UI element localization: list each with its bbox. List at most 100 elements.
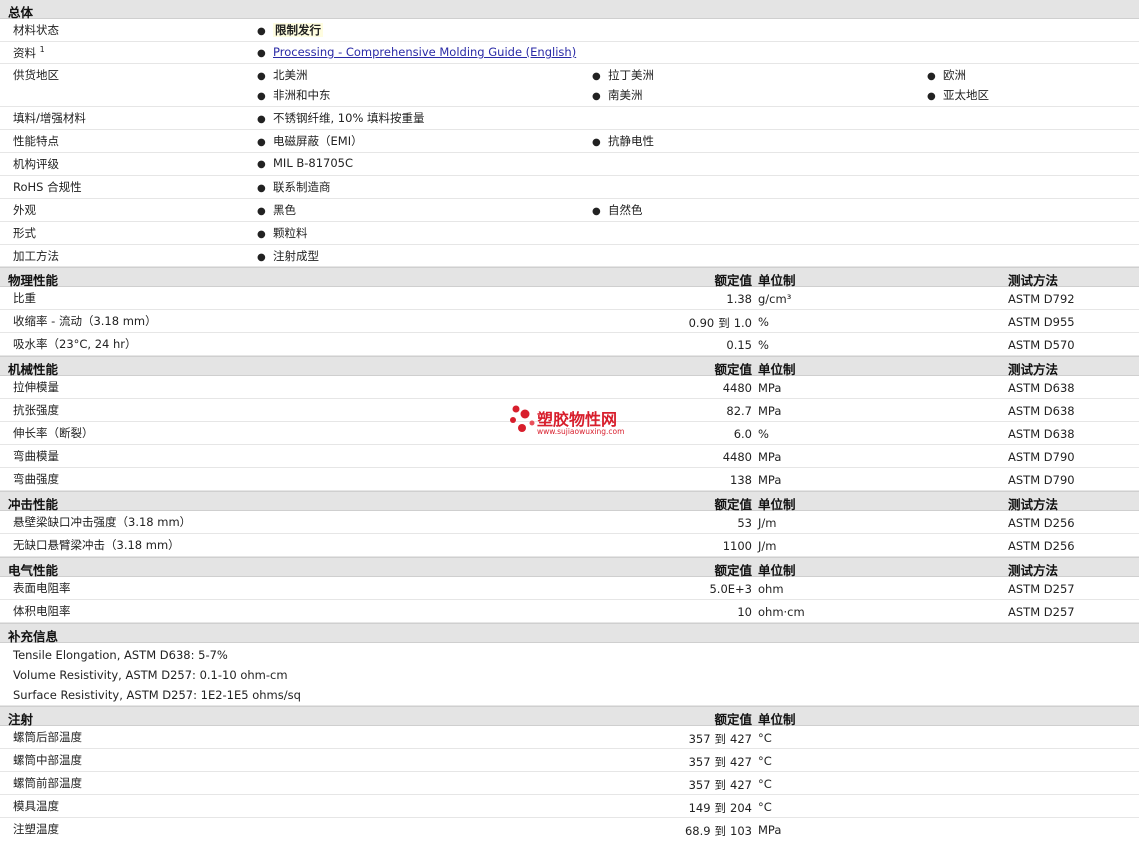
unit: MPa bbox=[758, 823, 782, 837]
unit: ohm bbox=[758, 582, 784, 596]
row-label: 弯曲模量 bbox=[13, 449, 59, 463]
table-row: 拉伸模量 4480 MPa ASTM D638 bbox=[0, 376, 1139, 399]
nominal-value: 68.9 到 103 bbox=[684, 824, 752, 838]
bullet-icon: ● bbox=[592, 206, 601, 217]
list-item: ● 注射成型 bbox=[257, 249, 319, 263]
row-label: 机构评级 bbox=[13, 157, 59, 171]
list-item: ● 颗粒料 bbox=[257, 226, 308, 240]
note-text: Tensile Elongation, ASTM D638: 5-7% bbox=[13, 648, 228, 662]
nominal-value: 5.0E+3 bbox=[709, 582, 752, 596]
row-label: 形式 bbox=[13, 226, 36, 240]
bullet-icon: ● bbox=[257, 26, 266, 37]
section-supplement-header: 补充信息 bbox=[0, 623, 1139, 644]
unit: °C bbox=[758, 777, 772, 791]
row-label: 收缩率 - 流动（3.18 mm） bbox=[13, 314, 157, 328]
section-impact-header: 冲击性能 额定值 单位制 测试方法 bbox=[0, 491, 1139, 512]
test-method: ASTM D638 bbox=[1008, 404, 1075, 418]
row-label: 性能特点 bbox=[13, 134, 59, 148]
list-item: ● 联系制造商 bbox=[257, 180, 331, 194]
table-row: 弯曲强度 138 MPa ASTM D790 bbox=[0, 468, 1139, 491]
section-electrical-header: 电气性能 额定值 单位制 测试方法 bbox=[0, 557, 1139, 578]
bullet-icon: ● bbox=[257, 206, 266, 217]
test-method: ASTM D638 bbox=[1008, 427, 1075, 441]
table-row: 模具温度 149 到 204 °C bbox=[0, 795, 1139, 818]
row-regions: 供货地区 ● 北美洲 ● 拉丁美洲 ● 欧洲 ● 非洲和中东 ● 南美洲 ● 亚太地区 bbox=[0, 64, 1139, 107]
unit: J/m bbox=[758, 539, 777, 553]
nominal-value: 4480 bbox=[722, 381, 752, 395]
list-item: ● 不锈钢纤维, 10% 填料按重量 bbox=[257, 111, 425, 125]
list-item: ● 拉丁美洲 bbox=[592, 68, 654, 82]
table-row: 螺筒后部温度 357 到 427 °C bbox=[0, 726, 1139, 749]
row-form: 形式 ● 颗粒料 bbox=[0, 222, 1139, 245]
table-row: 收缩率 - 流动（3.18 mm） 0.90 到 1.0 % ASTM D955 bbox=[0, 310, 1139, 333]
unit: ohm·cm bbox=[758, 605, 805, 619]
row-rohs: RoHS 合规性 ● 联系制造商 bbox=[0, 176, 1139, 199]
nominal-value: 357 到 427 bbox=[688, 778, 752, 792]
unit: MPa bbox=[758, 473, 782, 487]
list-item: ● 非洲和中东 bbox=[257, 88, 331, 102]
table-row: 螺筒前部温度 357 到 427 °C bbox=[0, 772, 1139, 795]
table-row: 无缺口悬臂梁冲击（3.18 mm） 1100 J/m ASTM D256 bbox=[0, 534, 1139, 557]
test-method: ASTM D256 bbox=[1008, 539, 1075, 553]
row-label: 加工方法 bbox=[13, 249, 59, 263]
row-label: 表面电阻率 bbox=[13, 581, 71, 595]
nominal-value: 0.90 到 1.0 bbox=[688, 316, 752, 330]
row-label: 抗张强度 bbox=[13, 403, 59, 417]
row-label: 填料/增强材料 bbox=[13, 111, 86, 125]
row-label: RoHS 合规性 bbox=[13, 180, 82, 194]
test-method: ASTM D790 bbox=[1008, 450, 1075, 464]
nominal-value: 1.38 bbox=[726, 292, 752, 306]
test-method: ASTM D792 bbox=[1008, 292, 1075, 306]
table-row: 吸水率（23°C, 24 hr） 0.15 % ASTM D570 bbox=[0, 333, 1139, 356]
note-text: Surface Resistivity, ASTM D257: 1E2-1E5 … bbox=[13, 688, 301, 702]
table-row: 表面电阻率 5.0E+3 ohm ASTM D257 bbox=[0, 577, 1139, 600]
test-method: ASTM D638 bbox=[1008, 381, 1075, 395]
row-label: 体积电阻率 bbox=[13, 604, 71, 618]
unit: °C bbox=[758, 754, 772, 768]
bullet-icon: ● bbox=[257, 252, 266, 263]
unit: °C bbox=[758, 731, 772, 745]
unit: g/cm³ bbox=[758, 292, 792, 306]
row-agency-rating: 机构评级 ● MIL B-81705C bbox=[0, 153, 1139, 176]
list-item: ● Processing - Comprehensive Molding Guid… bbox=[257, 45, 576, 59]
row-label: 螺筒前部温度 bbox=[13, 776, 82, 790]
processing-guide-link[interactable]: Processing - Comprehensive Molding Guide… bbox=[273, 45, 576, 59]
nominal-value: 6.0 bbox=[733, 427, 752, 441]
row-documents: 资料 1 ● Processing - Comprehensive Molding… bbox=[0, 42, 1139, 64]
row-appearance: 外观 ● 黑色 ● 自然色 bbox=[0, 199, 1139, 222]
nominal-value: 357 到 427 bbox=[688, 732, 752, 746]
table-row: 注塑温度 68.9 到 103 MPa bbox=[0, 818, 1139, 841]
test-method: ASTM D570 bbox=[1008, 338, 1075, 352]
supplement-notes: Tensile Elongation, ASTM D638: 5-7% Volu… bbox=[0, 643, 1139, 706]
row-label: 悬壁梁缺口冲击强度（3.18 mm） bbox=[13, 515, 192, 529]
table-row: 体积电阻率 10 ohm·cm ASTM D257 bbox=[0, 600, 1139, 623]
unit: % bbox=[758, 338, 769, 352]
row-label: 注塑温度 bbox=[13, 822, 59, 836]
unit: % bbox=[758, 427, 769, 441]
note-text: Volume Resistivity, ASTM D257: 0.1-10 oh… bbox=[13, 668, 288, 682]
unit: MPa bbox=[758, 381, 782, 395]
list-item: ● 黑色 bbox=[257, 203, 296, 217]
test-method: ASTM D256 bbox=[1008, 516, 1075, 530]
list-item: ● 限制发行 bbox=[257, 23, 323, 37]
table-row: 弯曲模量 4480 MPa ASTM D790 bbox=[0, 445, 1139, 468]
test-method: ASTM D955 bbox=[1008, 315, 1075, 329]
bullet-icon: ● bbox=[592, 137, 601, 148]
nominal-value: 0.15 bbox=[726, 338, 752, 352]
section-physical-header: 物理性能 额定值 单位制 测试方法 bbox=[0, 267, 1139, 288]
row-process: 加工方法 ● 注射成型 bbox=[0, 245, 1139, 267]
row-label: 无缺口悬臂梁冲击（3.18 mm） bbox=[13, 538, 180, 552]
list-item: ● 抗静电性 bbox=[592, 134, 654, 148]
list-item: ● 电磁屏蔽（EMI） bbox=[257, 134, 363, 148]
row-label: 材料状态 bbox=[13, 23, 59, 37]
list-item: ● 亚太地区 bbox=[927, 88, 989, 102]
bullet-icon: ● bbox=[257, 48, 266, 59]
table-row: 螺筒中部温度 357 到 427 °C bbox=[0, 749, 1139, 772]
list-item: ● MIL B-81705C bbox=[257, 156, 354, 170]
bullet-icon: ● bbox=[257, 229, 266, 240]
bullet-icon: ● bbox=[257, 183, 266, 194]
watermark-url: www.sujiaowuxing.com bbox=[537, 427, 625, 436]
row-label: 弯曲强度 bbox=[13, 472, 59, 486]
nominal-value: 1100 bbox=[722, 539, 752, 553]
logo-dots-icon bbox=[510, 405, 535, 432]
